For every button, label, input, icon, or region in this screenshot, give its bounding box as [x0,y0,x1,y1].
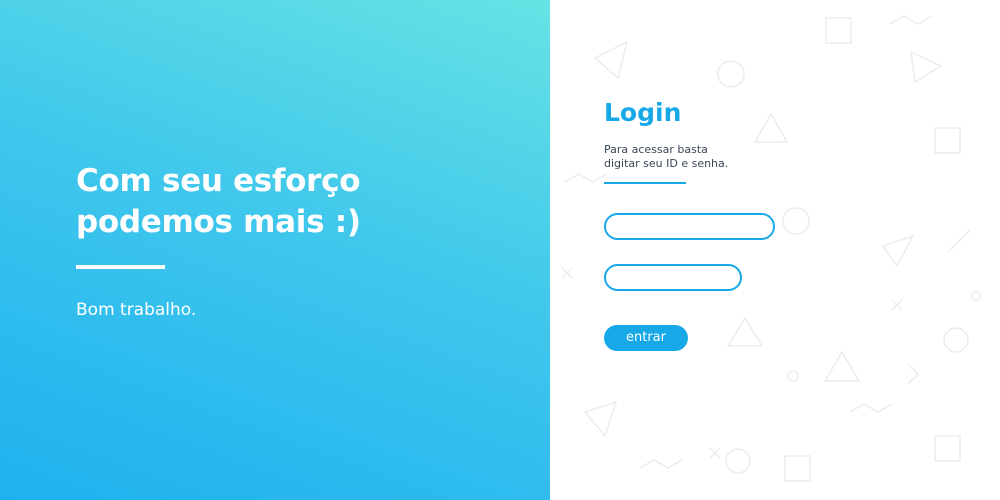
login-panel: Login Para acessar basta digitar seu ID … [550,0,1000,500]
login-description: Para acessar basta digitar seu ID e senh… [604,143,729,170]
hero-panel: Com seu esforço podemos mais :) Bom trab… [0,0,550,500]
hero-subtitle: Bom trabalho. [76,300,197,320]
hero-divider [76,265,165,269]
enter-button[interactable]: entrar [604,325,688,351]
background-pattern [561,15,981,482]
login-title: Login [604,98,682,127]
login-page: Com seu esforço podemos mais :) Bom trab… [0,0,1000,500]
id-input[interactable] [604,213,775,240]
login-title-underline [604,182,686,184]
password-input[interactable] [604,264,742,291]
hero-title: Com seu esforço podemos mais :) [76,163,361,240]
